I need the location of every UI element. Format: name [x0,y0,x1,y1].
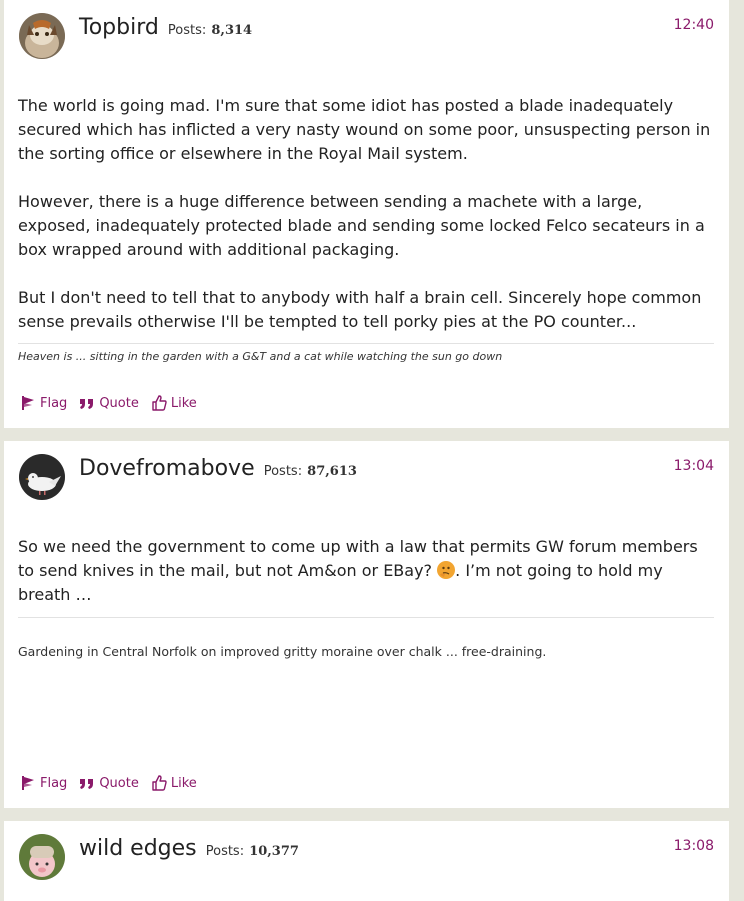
flag-label: Flag [40,395,68,411]
thumbs-up-icon [151,775,167,791]
post-paragraph: So we need the government to come up wit… [18,535,714,607]
username[interactable]: Dovefromabove [79,456,255,481]
username[interactable]: wild edges [79,836,197,861]
thinking-face-emoji-icon [437,561,456,579]
thumbs-up-icon [151,395,167,411]
username[interactable]: Topbird [79,15,159,40]
forum-post: Topbird Posts: 8,314 12:40 The world is … [4,0,729,428]
post-time[interactable]: 13:04 [674,458,714,474]
posts-label: Posts: [167,23,207,38]
post-author: Topbird Posts: 8,314 [79,15,252,40]
quote-label: Quote [99,775,139,791]
posts-label: Posts: [205,844,245,859]
flag-button[interactable]: Flag [20,395,67,411]
user-avatar[interactable] [19,834,65,880]
quote-button[interactable]: Quote [79,776,139,791]
forum-post: wild edges Posts: 10,377 13:08 [4,821,729,901]
post-actions: Flag Quote Like [20,395,197,411]
posts-count: 10,377 [249,844,299,859]
post-actions: Flag Quote Like [20,775,197,791]
like-button[interactable]: Like [151,395,197,411]
post-body: So we need the government to come up wit… [18,535,714,607]
flag-icon [20,775,36,791]
user-avatar[interactable] [19,13,65,59]
flag-icon [20,395,36,411]
post-paragraph: However, there is a huge difference betw… [18,192,705,259]
post-paragraph: The world is going mad. I'm sure that so… [18,96,711,163]
quote-button[interactable]: Quote [79,396,139,411]
like-button[interactable]: Like [151,775,197,791]
signature-divider [18,343,714,344]
quote-icon [79,776,95,790]
flag-button[interactable]: Flag [20,775,67,791]
post-body: The world is going mad. I'm sure that so… [18,94,714,334]
post-author: Dovefromabove Posts: 87,613 [79,456,357,481]
post-time[interactable]: 13:08 [674,838,714,854]
signature-divider [18,617,714,618]
user-avatar[interactable] [19,454,65,500]
forum-post: Dovefromabove Posts: 87,613 13:04 So we … [4,441,729,808]
post-author: wild edges Posts: 10,377 [79,836,299,861]
user-signature: Gardening in Central Norfolk on improved… [18,644,547,659]
quote-label: Quote [99,395,139,411]
posts-label: Posts: [263,464,303,479]
like-label: Like [170,775,197,791]
posts-count: 8,314 [211,23,253,38]
user-signature: Heaven is ... sitting in the garden with… [18,350,503,363]
post-time[interactable]: 12:40 [674,17,714,33]
like-label: Like [170,395,197,411]
quote-icon [79,396,95,410]
flag-label: Flag [40,775,68,791]
posts-count: 87,613 [307,464,357,479]
post-paragraph: But I don't need to tell that to anybody… [18,288,702,331]
